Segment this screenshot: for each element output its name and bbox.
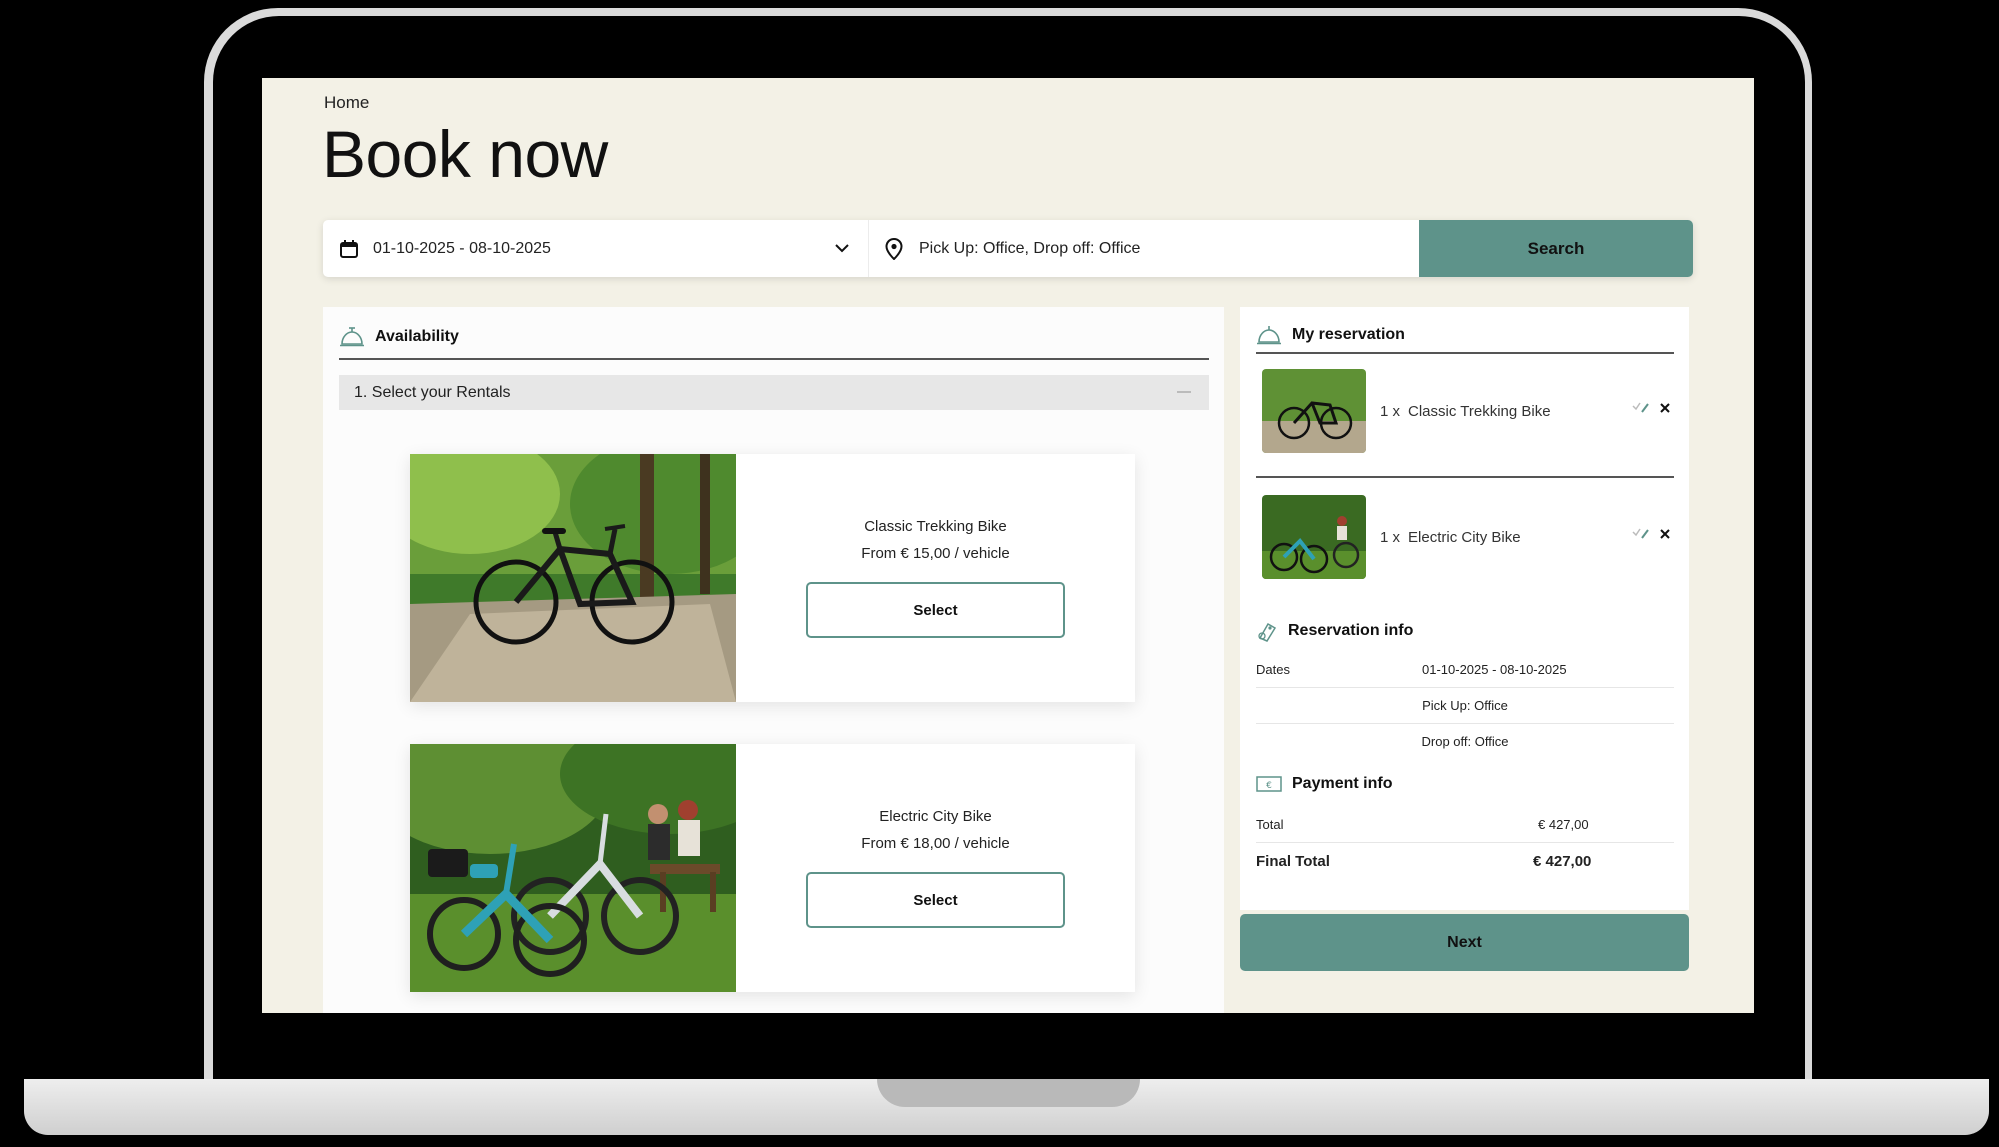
payment-info-title: Payment info: [1292, 775, 1393, 792]
rental-name: Classic Trekking Bike: [864, 518, 1007, 535]
city-bike-photo: [410, 744, 736, 992]
rental-card: Electric City Bike From € 18,00 / vehicl…: [410, 744, 1135, 992]
collapse-icon[interactable]: [1177, 391, 1191, 393]
reservation-item-name: Electric City Bike: [1408, 528, 1521, 546]
total-row: Total € 427,00: [1256, 807, 1674, 843]
reservation-item: 1 x Electric City Bike: [1262, 495, 1672, 579]
dates-value: 01-10-2025 - 08-10-2025: [1422, 662, 1567, 677]
divider: [339, 358, 1209, 360]
laptop-notch: [877, 1079, 1140, 1107]
svg-text:€: €: [1266, 781, 1272, 791]
availability-header: Availability: [339, 325, 1209, 349]
reservation-item: 1 x Classic Trekking Bike: [1262, 369, 1672, 453]
rental-price: From € 15,00 / vehicle: [861, 545, 1010, 562]
check-icon[interactable]: [1632, 401, 1650, 415]
laptop-mockup: Home Book now 01-10-2025 - 08-10-2025 Pi…: [0, 0, 1999, 1147]
select-button[interactable]: Select: [806, 582, 1065, 638]
reservation-actions: [1632, 401, 1672, 415]
payment-info-header: € Payment info: [1256, 775, 1392, 793]
rental-info: Electric City Bike From € 18,00 / vehicl…: [736, 744, 1135, 992]
reservation-header: My reservation: [1256, 324, 1405, 346]
location-value: Pick Up: Office, Drop off: Office: [919, 239, 1141, 257]
check-icon[interactable]: [1632, 527, 1650, 541]
divider: [1256, 476, 1674, 478]
final-total-label: Final Total: [1256, 853, 1330, 870]
search-bar: 01-10-2025 - 08-10-2025 Pick Up: Office,…: [323, 220, 1693, 277]
date-range-value: 01-10-2025 - 08-10-2025: [373, 239, 551, 257]
date-range-picker[interactable]: 01-10-2025 - 08-10-2025: [323, 220, 869, 277]
reservation-thumbnail: [1262, 369, 1366, 453]
availability-title: Availability: [375, 328, 459, 345]
location-pin-icon: [885, 237, 903, 260]
rental-name: Electric City Bike: [879, 808, 992, 825]
page-title: Book now: [322, 117, 608, 191]
search-button[interactable]: Search: [1419, 220, 1693, 277]
step-select-rentals[interactable]: 1. Select your Rentals: [339, 375, 1209, 410]
reservation-item-name: Classic Trekking Bike: [1408, 402, 1551, 420]
dates-row: Dates 01-10-2025 - 08-10-2025: [1256, 652, 1674, 688]
service-bell-icon: [340, 327, 364, 347]
bike-tag-icon: [1258, 622, 1277, 642]
location-picker[interactable]: Pick Up: Office, Drop off: Office: [869, 220, 1419, 277]
pickup-value: Pick Up: Office: [1422, 698, 1508, 713]
chevron-down-icon: [835, 244, 849, 253]
reservation-title: My reservation: [1292, 326, 1405, 343]
service-bell-icon: [1257, 326, 1281, 345]
dropoff-row: Drop off: Office: [1256, 724, 1674, 760]
rental-info: Classic Trekking Bike From € 15,00 / veh…: [736, 454, 1135, 702]
booking-page: Home Book now 01-10-2025 - 08-10-2025 Pi…: [262, 78, 1754, 1013]
step-label: 1. Select your Rentals: [354, 383, 511, 401]
availability-panel: Availability 1. Select your Rentals Clas…: [323, 307, 1224, 1013]
calendar-icon: [340, 239, 358, 258]
next-button[interactable]: Next: [1240, 914, 1689, 971]
final-total-value: € 427,00: [1533, 853, 1592, 870]
close-icon[interactable]: [1658, 527, 1672, 541]
reservation-qty: 1 x: [1380, 402, 1401, 420]
rental-price: From € 18,00 / vehicle: [861, 835, 1010, 852]
dates-label: Dates: [1256, 662, 1290, 677]
select-button[interactable]: Select: [806, 872, 1065, 928]
reservation-actions: [1632, 527, 1672, 541]
breadcrumb[interactable]: Home: [324, 93, 369, 113]
divider: [1256, 352, 1674, 354]
total-label: Total: [1256, 817, 1284, 832]
pickup-row: Pick Up: Office: [1256, 688, 1674, 724]
euro-note-icon: €: [1256, 776, 1282, 792]
reservation-thumbnail: [1262, 495, 1366, 579]
rental-card: Classic Trekking Bike From € 15,00 / veh…: [410, 454, 1135, 702]
reservation-info-title: Reservation info: [1288, 622, 1414, 639]
close-icon[interactable]: [1658, 401, 1672, 415]
dropoff-value: Drop off: Office: [1421, 734, 1509, 749]
reservation-qty: 1 x: [1380, 528, 1401, 546]
total-value: € 427,00: [1538, 817, 1589, 832]
trekking-bike-photo: [410, 454, 736, 702]
reservation-panel: My reservation 1 x Classic Trekking Bike: [1240, 307, 1689, 910]
reservation-info-header: Reservation info: [1256, 620, 1413, 642]
final-total-row: Final Total € 427,00: [1256, 843, 1674, 879]
